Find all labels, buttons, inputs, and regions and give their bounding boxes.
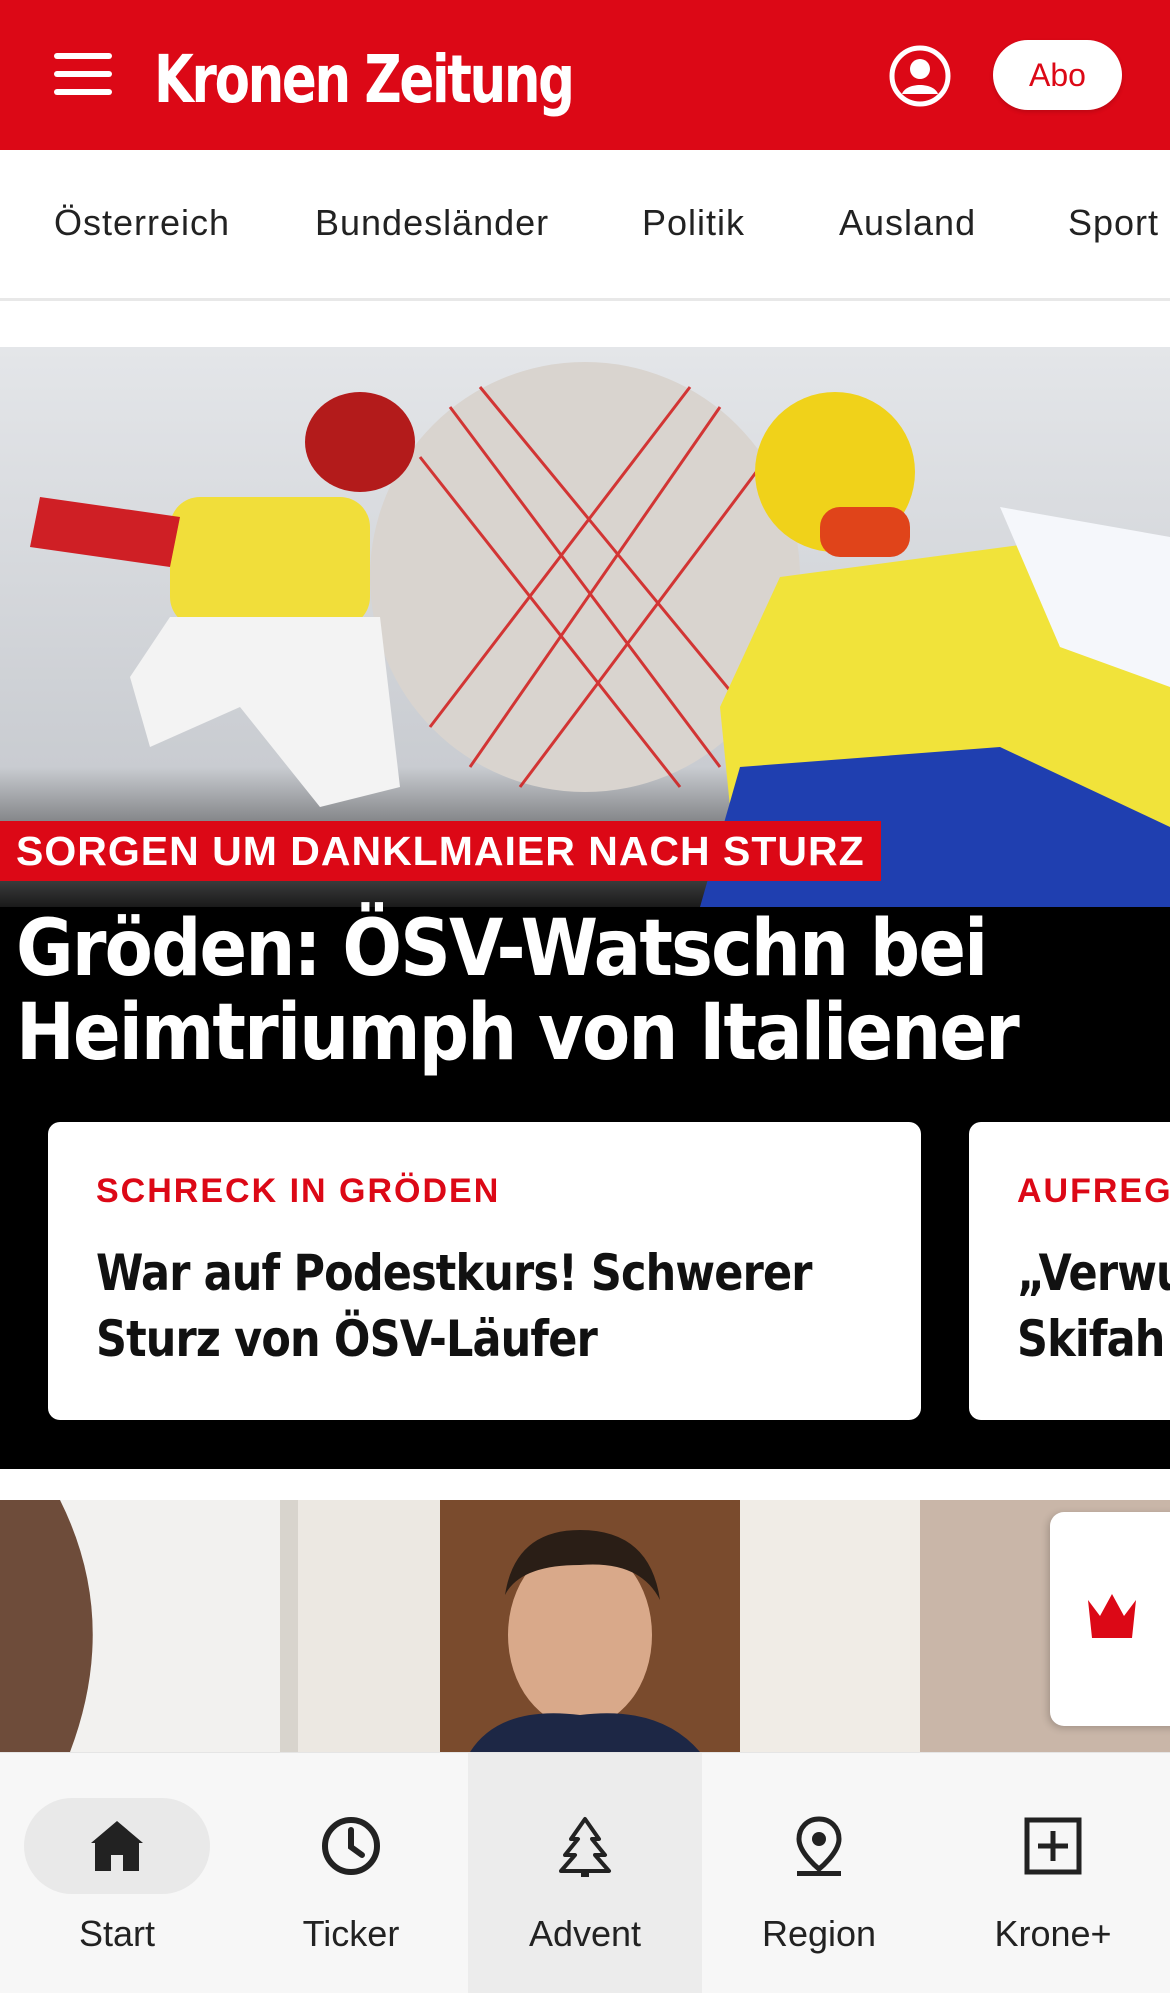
card-kicker: AUFREGU: [1017, 1172, 1170, 1210]
crown-icon: [1088, 1594, 1136, 1638]
hero-story[interactable]: SORGEN UM DANKLMAIER NACH STURZ Gröden: …: [0, 347, 1170, 1469]
nav-ticker[interactable]: Ticker: [234, 1753, 468, 1993]
related-story-card[interactable]: SCHRECK IN GRÖDEN War auf Podestkurs! Sc…: [48, 1122, 921, 1420]
card-title-line-1: War auf Podestkurs! Schwerer: [96, 1244, 812, 1302]
home-icon: [91, 1821, 143, 1871]
plus-box-icon: [1024, 1817, 1082, 1875]
category-bundeslaender[interactable]: Bundesländer: [315, 202, 549, 244]
krone-plus-tab[interactable]: [1050, 1512, 1170, 1726]
hero-headline-line-2: Heimtriumph von Italiener: [16, 988, 1020, 1078]
nav-label: Krone+: [994, 1913, 1112, 1954]
subscribe-button[interactable]: Abo: [993, 40, 1122, 110]
card-title-line-2: Sturz von ÖSV-Läufer: [96, 1310, 598, 1368]
related-story-card[interactable]: AUFREGU „Verwu Skifah: [969, 1122, 1170, 1420]
app-header: Kronen Zeitung Abo: [0, 0, 1170, 150]
category-sport[interactable]: Sport: [1068, 202, 1159, 244]
hero-kicker: SORGEN UM DANKLMAIER NACH STURZ: [0, 821, 881, 881]
nav-label: Advent: [528, 1913, 642, 1954]
nav-label: Region: [761, 1913, 877, 1954]
menu-icon[interactable]: [54, 53, 112, 95]
category-oesterreich[interactable]: Österreich: [54, 202, 230, 244]
nav-label: Ticker: [302, 1913, 400, 1954]
hero-headline-line-1: Gröden: ÖSV-Watschn bei: [16, 904, 988, 994]
nav-start[interactable]: Start: [0, 1753, 234, 1993]
user-account-icon[interactable]: [888, 44, 952, 108]
hero-headline[interactable]: Gröden: ÖSV-Watschn bei Heimtriumph von …: [16, 907, 1033, 1075]
tree-icon: [559, 1817, 611, 1877]
category-nav: Österreich Bundesländer Politik Ausland …: [0, 150, 1170, 301]
category-ausland[interactable]: Ausland: [839, 202, 976, 244]
card-kicker: SCHRECK IN GRÖDEN: [96, 1172, 501, 1210]
location-pin-icon: [796, 1816, 842, 1876]
card-title-line-1: „Verwu: [1017, 1244, 1170, 1302]
card-title-line-2: Skifah: [1017, 1310, 1165, 1368]
nav-advent[interactable]: Advent: [468, 1753, 702, 1993]
nav-region[interactable]: Region: [702, 1753, 936, 1993]
story-teaser-image[interactable]: [0, 1500, 1170, 1752]
brand-logo[interactable]: Kronen Zeitung: [154, 40, 575, 120]
card-title: „Verwu Skifah: [1017, 1240, 1170, 1372]
nav-krone-plus[interactable]: Krone+: [936, 1753, 1170, 1993]
nav-label: Start: [78, 1913, 156, 1954]
clock-icon: [322, 1817, 380, 1875]
category-politik[interactable]: Politik: [642, 202, 745, 244]
bottom-navigation: Start Ticker Advent Region Krone+: [0, 1752, 1170, 1993]
card-title: War auf Podestkurs! Schwerer Sturz von Ö…: [96, 1240, 812, 1372]
